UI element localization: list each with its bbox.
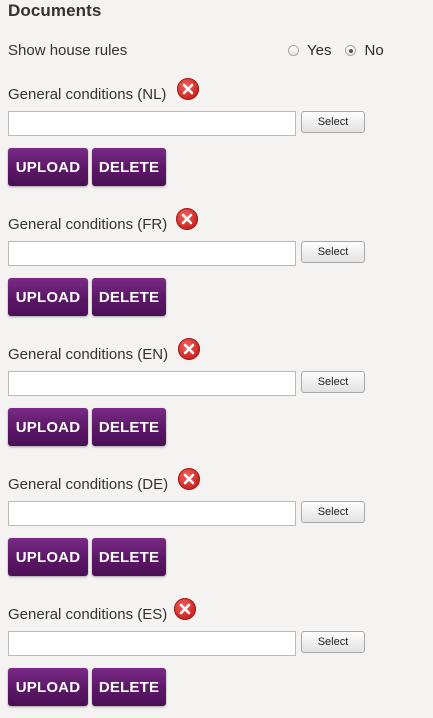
- upload-button[interactable]: UPLOAD: [8, 278, 88, 316]
- file-path-input[interactable]: [8, 241, 296, 266]
- document-label: General conditions (FR): [8, 216, 168, 233]
- document-label: General conditions (ES): [8, 606, 168, 623]
- remove-x-icon[interactable]: [174, 598, 196, 620]
- document-block-fr: General conditions (FR) Select UPLOAD DE…: [8, 208, 418, 328]
- file-path-input[interactable]: [8, 501, 296, 526]
- file-path-input[interactable]: [8, 371, 296, 396]
- select-file-button[interactable]: Select: [301, 371, 365, 393]
- house-rules-row: Show house rules Yes No: [8, 42, 398, 62]
- document-block-en: General conditions (EN) Select UPLOAD DE…: [8, 338, 418, 458]
- house-rules-yes-label[interactable]: Yes: [307, 42, 331, 59]
- delete-button[interactable]: DELETE: [92, 148, 166, 186]
- select-file-button[interactable]: Select: [301, 631, 365, 653]
- select-file-button[interactable]: Select: [301, 501, 365, 523]
- remove-x-icon[interactable]: [176, 208, 198, 230]
- document-label: General conditions (EN): [8, 346, 169, 363]
- house-rules-yes-radio[interactable]: Yes: [288, 42, 331, 59]
- select-file-button[interactable]: Select: [301, 241, 365, 263]
- file-path-input[interactable]: [8, 631, 296, 656]
- house-rules-no-radio[interactable]: No: [345, 42, 384, 59]
- upload-button[interactable]: UPLOAD: [8, 408, 88, 446]
- document-label: General conditions (DE): [8, 476, 169, 493]
- document-block-de: General conditions (DE) Select UPLOAD DE…: [8, 468, 418, 588]
- upload-button[interactable]: UPLOAD: [8, 668, 88, 706]
- section-title: Documents: [8, 1, 102, 20]
- radio-unchecked-icon[interactable]: [288, 45, 299, 56]
- remove-x-icon[interactable]: [178, 338, 200, 360]
- radio-checked-icon[interactable]: [345, 45, 357, 56]
- house-rules-radio-group: Yes No: [288, 42, 384, 59]
- document-label: General conditions (NL): [8, 86, 167, 103]
- upload-button[interactable]: UPLOAD: [8, 148, 88, 186]
- delete-button[interactable]: DELETE: [92, 538, 166, 576]
- house-rules-label: Show house rules: [8, 42, 128, 59]
- remove-x-icon[interactable]: [177, 78, 199, 100]
- file-path-input[interactable]: [8, 111, 296, 136]
- upload-button[interactable]: UPLOAD: [8, 538, 88, 576]
- document-block-nl: General conditions (NL) Select UPLOAD DE…: [8, 78, 418, 198]
- document-block-es: General conditions (ES) Select UPLOAD DE…: [8, 598, 418, 718]
- select-file-button[interactable]: Select: [301, 111, 365, 133]
- delete-button[interactable]: DELETE: [92, 668, 166, 706]
- house-rules-no-label[interactable]: No: [364, 42, 383, 59]
- remove-x-icon[interactable]: [178, 468, 200, 490]
- delete-button[interactable]: DELETE: [92, 278, 166, 316]
- delete-button[interactable]: DELETE: [92, 408, 166, 446]
